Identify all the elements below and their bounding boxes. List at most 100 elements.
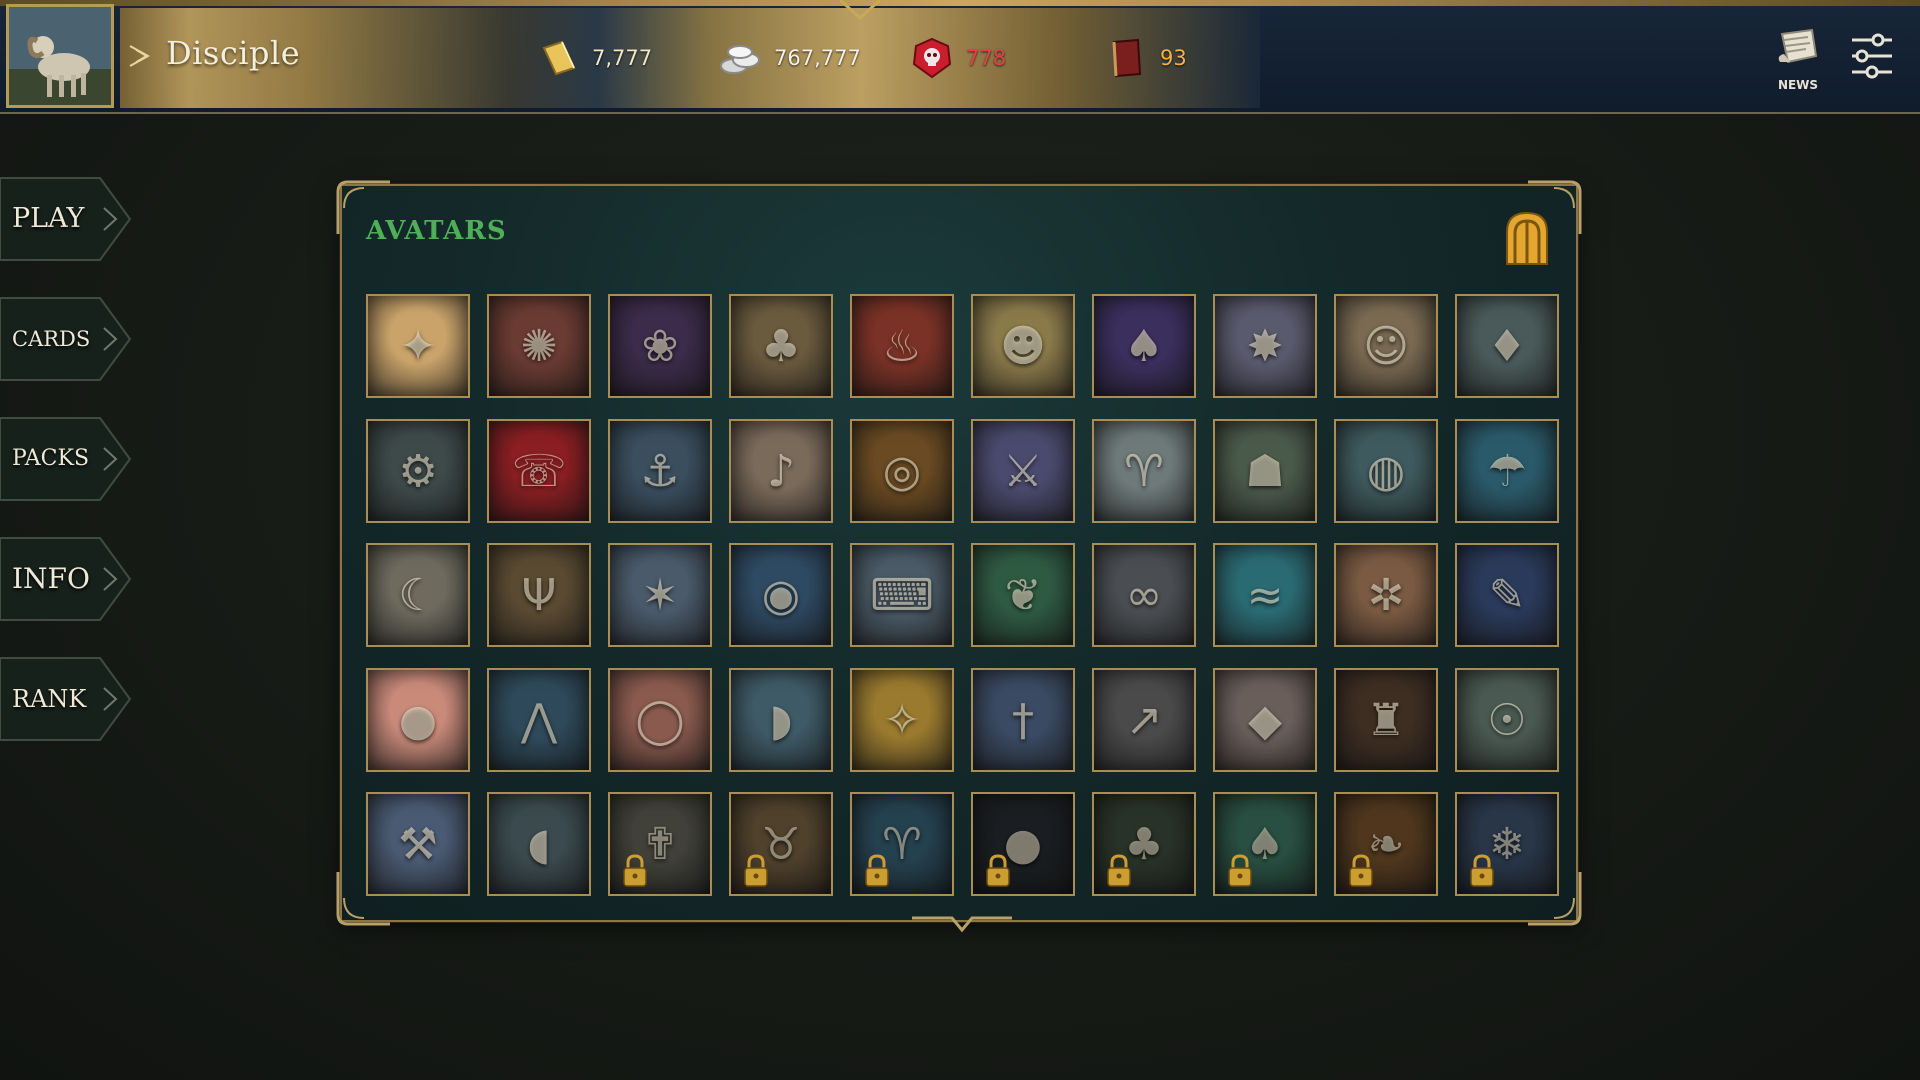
- avatar-tile[interactable]: ↗: [1092, 668, 1196, 772]
- avatar-art: ♨: [882, 320, 922, 372]
- avatar-tile[interactable]: ∞: [1092, 543, 1196, 647]
- nav-rank-label: RANK: [12, 685, 87, 713]
- lock-icon: [1228, 854, 1252, 887]
- avatar-tile[interactable]: ⌨: [850, 543, 954, 647]
- avatar-tile[interactable]: ◯: [608, 668, 712, 772]
- nav-info-button[interactable]: INFO: [0, 534, 134, 624]
- avatar-art: ∞: [1125, 569, 1163, 621]
- nav-rank-button[interactable]: RANK: [0, 654, 134, 744]
- book-value: 93: [1160, 46, 1187, 70]
- avatar-tile[interactable]: ✲: [1334, 543, 1438, 647]
- avatar-tile[interactable]: ⚙: [366, 419, 470, 523]
- avatar-tile[interactable]: ◖: [487, 792, 591, 896]
- avatar-art: ♠: [1245, 818, 1285, 870]
- avatar-tile[interactable]: ●: [366, 668, 470, 772]
- red-gem-counter: 778: [910, 36, 1006, 80]
- book-counter: 93: [1104, 36, 1187, 80]
- news-button[interactable]: NEWS: [1770, 26, 1826, 96]
- avatar-tile[interactable]: ☉: [1455, 668, 1559, 772]
- avatar-tile[interactable]: ♈: [850, 792, 954, 896]
- avatar-tile[interactable]: ❦: [971, 543, 1075, 647]
- gold-value: 7,777: [592, 46, 653, 70]
- avatar-tile[interactable]: ✺: [487, 294, 591, 398]
- avatar-art: ⋀: [520, 694, 558, 746]
- avatar-tile[interactable]: ♦: [1455, 294, 1559, 398]
- top-notch-ornament: [840, 0, 880, 21]
- avatar-art: ✟: [641, 818, 679, 870]
- avatar-tile[interactable]: ◎: [850, 419, 954, 523]
- lock-icon: [986, 854, 1010, 887]
- avatar-tile[interactable]: ≈: [1213, 543, 1317, 647]
- avatar-tile[interactable]: ☏: [487, 419, 591, 523]
- avatar-tile[interactable]: ✶: [608, 543, 712, 647]
- avatar-art: ☂: [1487, 445, 1527, 497]
- avatar-tile[interactable]: ✸: [1213, 294, 1317, 398]
- silver-counter: 767,777: [718, 36, 861, 80]
- avatar-tile[interactable]: ♠: [1092, 294, 1196, 398]
- nav-play-button[interactable]: PLAY: [0, 174, 134, 264]
- avatar-tile[interactable]: ❄: [1455, 792, 1559, 896]
- settings-button[interactable]: [1848, 30, 1896, 82]
- avatar-art: ◗: [769, 694, 793, 746]
- avatar-tile[interactable]: ♠: [1213, 792, 1317, 896]
- avatar-tile[interactable]: ✦: [366, 294, 470, 398]
- avatar-tile[interactable]: ◗: [729, 668, 833, 772]
- avatar-tile[interactable]: ♪: [729, 419, 833, 523]
- lock-icon: [1349, 854, 1373, 887]
- lock-icon: [865, 854, 889, 887]
- chevron-right-icon: [129, 45, 151, 67]
- avatar-tile[interactable]: ⋀: [487, 668, 591, 772]
- avatar-art: ♣: [1124, 818, 1164, 870]
- avatar-tile[interactable]: ☻: [971, 294, 1075, 398]
- avatar-tile[interactable]: ☗: [1213, 419, 1317, 523]
- sliders-icon: [1852, 33, 1892, 79]
- gate-arch-icon: [1506, 211, 1548, 265]
- player-portrait[interactable]: [6, 4, 114, 108]
- avatar-tile[interactable]: ♣: [729, 294, 833, 398]
- avatar-art: ♣: [761, 320, 801, 372]
- avatar-tile[interactable]: ❀: [608, 294, 712, 398]
- avatar-tile[interactable]: ◆: [1213, 668, 1317, 772]
- scroll-icon: [1778, 28, 1818, 64]
- lock-icon: [1107, 854, 1131, 887]
- avatar-tile[interactable]: ♣: [1092, 792, 1196, 896]
- avatar-tile[interactable]: †: [971, 668, 1075, 772]
- avatar-tile[interactable]: ⚒: [366, 792, 470, 896]
- avatar-art: ♠: [1124, 320, 1164, 372]
- nav-cards-button[interactable]: CARDS: [0, 294, 134, 384]
- avatar-tile[interactable]: ♜: [1334, 668, 1438, 772]
- avatar-tile[interactable]: ♨: [850, 294, 954, 398]
- avatar-art: ✎: [1488, 569, 1526, 621]
- close-gate-button[interactable]: [1504, 210, 1550, 266]
- gold-counter: 7,777: [536, 36, 652, 80]
- avatar-art: ◆: [1248, 694, 1282, 746]
- avatar-tile[interactable]: ☂: [1455, 419, 1559, 523]
- avatar-tile[interactable]: ✟: [608, 792, 712, 896]
- avatar-tile[interactable]: ❧: [1334, 792, 1438, 896]
- avatar-art: ✧: [883, 694, 921, 746]
- avatar-tile[interactable]: ◍: [1334, 419, 1438, 523]
- avatar-tile[interactable]: ⚔: [971, 419, 1075, 523]
- avatar-art: ♈: [1124, 445, 1164, 497]
- red-book-icon: [1112, 38, 1142, 78]
- nav-packs-button[interactable]: PACKS: [0, 414, 134, 504]
- ram-portrait-icon: [9, 7, 111, 105]
- avatar-art: ⌨: [870, 569, 934, 621]
- avatar-tile[interactable]: ◉: [729, 543, 833, 647]
- avatar-tile[interactable]: ♈: [1092, 419, 1196, 523]
- avatar-tile[interactable]: Ψ: [487, 543, 591, 647]
- avatar-art: ☉: [1487, 694, 1527, 746]
- avatar-tile[interactable]: ✎: [1455, 543, 1559, 647]
- top-bar: Disciple 7,777 767,777 778 93 NEWS: [0, 0, 1920, 114]
- avatar-tile[interactable]: ☺: [1334, 294, 1438, 398]
- avatar-tile[interactable]: ●: [971, 792, 1075, 896]
- avatar-tile[interactable]: ♉: [729, 792, 833, 896]
- silver-coins-icon: [720, 45, 760, 74]
- nav-play-label: PLAY: [12, 203, 85, 234]
- avatar-tile[interactable]: ✧: [850, 668, 954, 772]
- panel-bottom-ornament: [912, 916, 1012, 933]
- avatar-tile[interactable]: ☾: [366, 543, 470, 647]
- avatar-tile[interactable]: ⚓: [608, 419, 712, 523]
- avatar-art: ●: [1003, 818, 1043, 870]
- avatar-art: ❧: [1367, 818, 1405, 870]
